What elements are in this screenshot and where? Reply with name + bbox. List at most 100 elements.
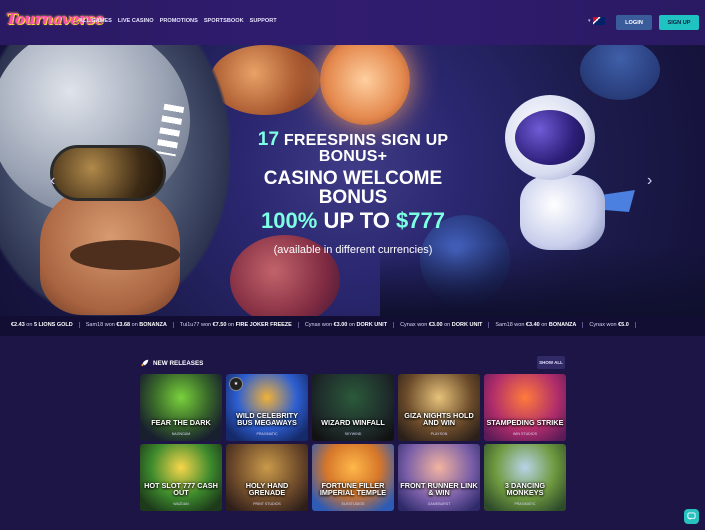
game-tile[interactable]: FRONT RUNNER LINK & WIN GAMEBURST — [398, 444, 480, 511]
game-title: FORTUNE FILLER IMPERIAL TEMPLE — [319, 480, 387, 498]
promo-line-bonus: 100% UP TO $777 — [261, 208, 445, 233]
signup-button[interactable]: SIGN UP — [659, 15, 699, 30]
winners-ticker: €2.43 on 5 LIONS GOLD Sam18 won €3.68 on … — [0, 316, 705, 336]
pilot-sunglasses — [50, 145, 166, 201]
ticker-amount: €7.50 — [212, 322, 227, 328]
ticker-item: Cynax won €5.0 — [583, 322, 636, 328]
ticker-game[interactable]: DORK UNIT — [452, 322, 483, 328]
pilot-mustache — [70, 240, 180, 270]
live-chat-button[interactable] — [684, 509, 699, 524]
carousel-next-icon[interactable]: › — [647, 173, 652, 189]
ticker-track: €2.43 on 5 LIONS GOLD Sam18 won €3.68 on … — [5, 322, 636, 328]
nav-sportsbook[interactable]: SPORTSBOOK — [204, 18, 244, 24]
ticker-player: Cynax won — [400, 322, 428, 328]
game-provider: GAMEBURST — [427, 502, 451, 506]
chat-icon — [687, 512, 696, 521]
language-flag-icon[interactable] — [593, 17, 605, 25]
game-provider: PRAGMATIC — [514, 502, 536, 506]
game-title: HOLY HAND GRENADE — [245, 480, 289, 498]
section-header: NEW RELEASES — [141, 359, 203, 367]
hero-banner[interactable]: ‹ › 17 FREESPINS SIGN UP BONUS+ CASINO W… — [0, 45, 705, 316]
ticker-item: Cynax won €3.00 on DORK UNIT — [394, 322, 490, 328]
game-tile[interactable]: 3 DANCING MONKEYS PRAGMATIC — [484, 444, 566, 511]
game-tile[interactable]: FORTUNE FILLER IMPERIAL TEMPLE ELKSTUDIO… — [312, 444, 394, 511]
game-tile[interactable]: HOT SLOT 777 CASH OUT WAZDAN — [140, 444, 222, 511]
astronaut-body — [520, 175, 605, 250]
game-title: WIZARD WINFALL — [321, 418, 385, 428]
ticker-player: Tui1u77 won — [179, 322, 212, 328]
new-badge-icon: ★ — [229, 377, 243, 391]
ticker-game[interactable]: BONANZA — [549, 322, 577, 328]
nav-support[interactable]: SUPPORT — [250, 18, 277, 24]
ticker-game[interactable]: 5 LIONS GOLD — [34, 322, 73, 328]
game-tile[interactable]: WIZARD WINFALL SKYWIND — [312, 374, 394, 441]
game-provider: WAZDAN — [173, 502, 189, 506]
game-title: GIZA NIGHTS HOLD AND WIN — [404, 410, 474, 428]
ticker-game[interactable]: BONANZA — [139, 322, 167, 328]
game-title: FEAR THE DARK — [151, 418, 211, 428]
game-title: STAMPEDING STRIKE — [486, 418, 564, 428]
ticker-on: on — [24, 322, 34, 328]
language-chevron-icon[interactable]: ▾ — [588, 18, 591, 24]
ticker-on: on — [347, 322, 357, 328]
astronaut-illustration — [505, 95, 635, 255]
game-tile[interactable]: ★ WILD CELEBRITY BUS MEGAWAYS PRAGMATIC — [226, 374, 308, 441]
carousel-prev-icon[interactable]: ‹ — [50, 173, 55, 189]
game-provider: PLAYSON — [430, 432, 448, 436]
promo-line-currencies: (available in different currencies) — [273, 244, 433, 256]
ticker-amount: €3.40 — [525, 322, 540, 328]
ticker-player: Sam18 won — [85, 322, 115, 328]
game-provider: PRINT STUDIOS — [253, 502, 281, 506]
ticker-amount: €3.68 — [116, 322, 131, 328]
ticker-item: Cynax won €3.00 on DORK UNIT — [299, 322, 395, 328]
ticker-on: on — [226, 322, 236, 328]
planet-illustration — [320, 45, 410, 125]
game-grid: FEAR THE DARK NAGNGAM ★ WILD CELEBRITY B… — [140, 374, 566, 511]
ticker-item: Tui1u77 won €7.50 on FIRE JOKER FREEZE — [174, 322, 299, 328]
show-all-button[interactable]: SHOW ALL — [537, 356, 565, 369]
ticker-player: Cynax won — [589, 322, 617, 328]
nav-promotions[interactable]: PROMOTIONS — [160, 18, 198, 24]
ticker-game[interactable]: DORK UNIT — [357, 322, 388, 328]
ticker-game[interactable]: FIRE JOKER FREEZE — [236, 322, 292, 328]
ticker-amount: €3.00 — [333, 322, 348, 328]
ticker-amount: €2.43 — [11, 322, 25, 328]
game-provider: SKYWIND — [344, 432, 362, 436]
game-tile[interactable]: HOLY HAND GRENADE PRINT STUDIOS — [226, 444, 308, 511]
game-provider: PRAGMATIC — [256, 432, 278, 436]
section-title: NEW RELEASES — [153, 359, 204, 367]
game-provider: NAGNGAM — [171, 432, 191, 436]
game-tile[interactable]: FEAR THE DARK NAGNGAM — [140, 374, 222, 441]
game-title: 3 DANCING MONKEYS — [504, 480, 546, 498]
game-title: WILD CELEBRITY BUS MEGAWAYS — [235, 410, 299, 428]
ticker-player: Sam18 won — [495, 322, 525, 328]
top-header: Tournaverse ALL GAMES LIVE CASINO PROMOT… — [0, 0, 705, 45]
game-tile[interactable]: STAMPEDING STRIKE WIN STUDIOS — [484, 374, 566, 441]
promo-line-freespins: 17 FREESPINS SIGN UP BONUS+ — [257, 129, 449, 165]
new-releases-section: NEW RELEASES SHOW ALL FEAR THE DARK NAGN… — [0, 336, 705, 530]
ticker-on: on — [539, 322, 549, 328]
game-title: HOT SLOT 777 CASH OUT — [144, 480, 218, 498]
ticker-item: Sam18 won €3.40 on BONANZA — [489, 322, 584, 328]
game-tile[interactable]: GIZA NIGHTS HOLD AND WIN PLAYSON — [398, 374, 480, 441]
game-provider: WIN STUDIOS — [513, 432, 537, 436]
promo-line-welcome: CASINO WELCOME BONUS — [263, 168, 443, 208]
ticker-amount: €5.0 — [618, 322, 629, 328]
ticker-on: on — [442, 322, 452, 328]
game-provider: ELKSTUDIOS — [341, 502, 365, 506]
login-button[interactable]: LOGIN — [616, 15, 652, 30]
ticker-on: on — [130, 322, 140, 328]
game-title: FRONT RUNNER LINK & WIN — [400, 480, 478, 498]
astronaut-helmet — [505, 95, 595, 180]
ticker-player: Cynax won — [304, 322, 333, 328]
ticker-item: Sam18 won €3.68 on BONANZA — [80, 322, 174, 328]
nav-all-games[interactable]: ALL GAMES — [79, 18, 112, 24]
pilot-character-illustration — [0, 45, 230, 316]
rocket-icon — [141, 359, 149, 367]
planet-illustration — [580, 45, 660, 100]
main-nav: ALL GAMES LIVE CASINO PROMOTIONS SPORTSB… — [79, 18, 277, 24]
ticker-item: €2.43 on 5 LIONS GOLD — [5, 322, 80, 328]
astronaut-visor — [515, 110, 585, 165]
promo-text: 17 FREESPINS SIGN UP BONUS+ CASINO WELCO… — [228, 130, 478, 256]
nav-live-casino[interactable]: LIVE CASINO — [118, 18, 154, 24]
